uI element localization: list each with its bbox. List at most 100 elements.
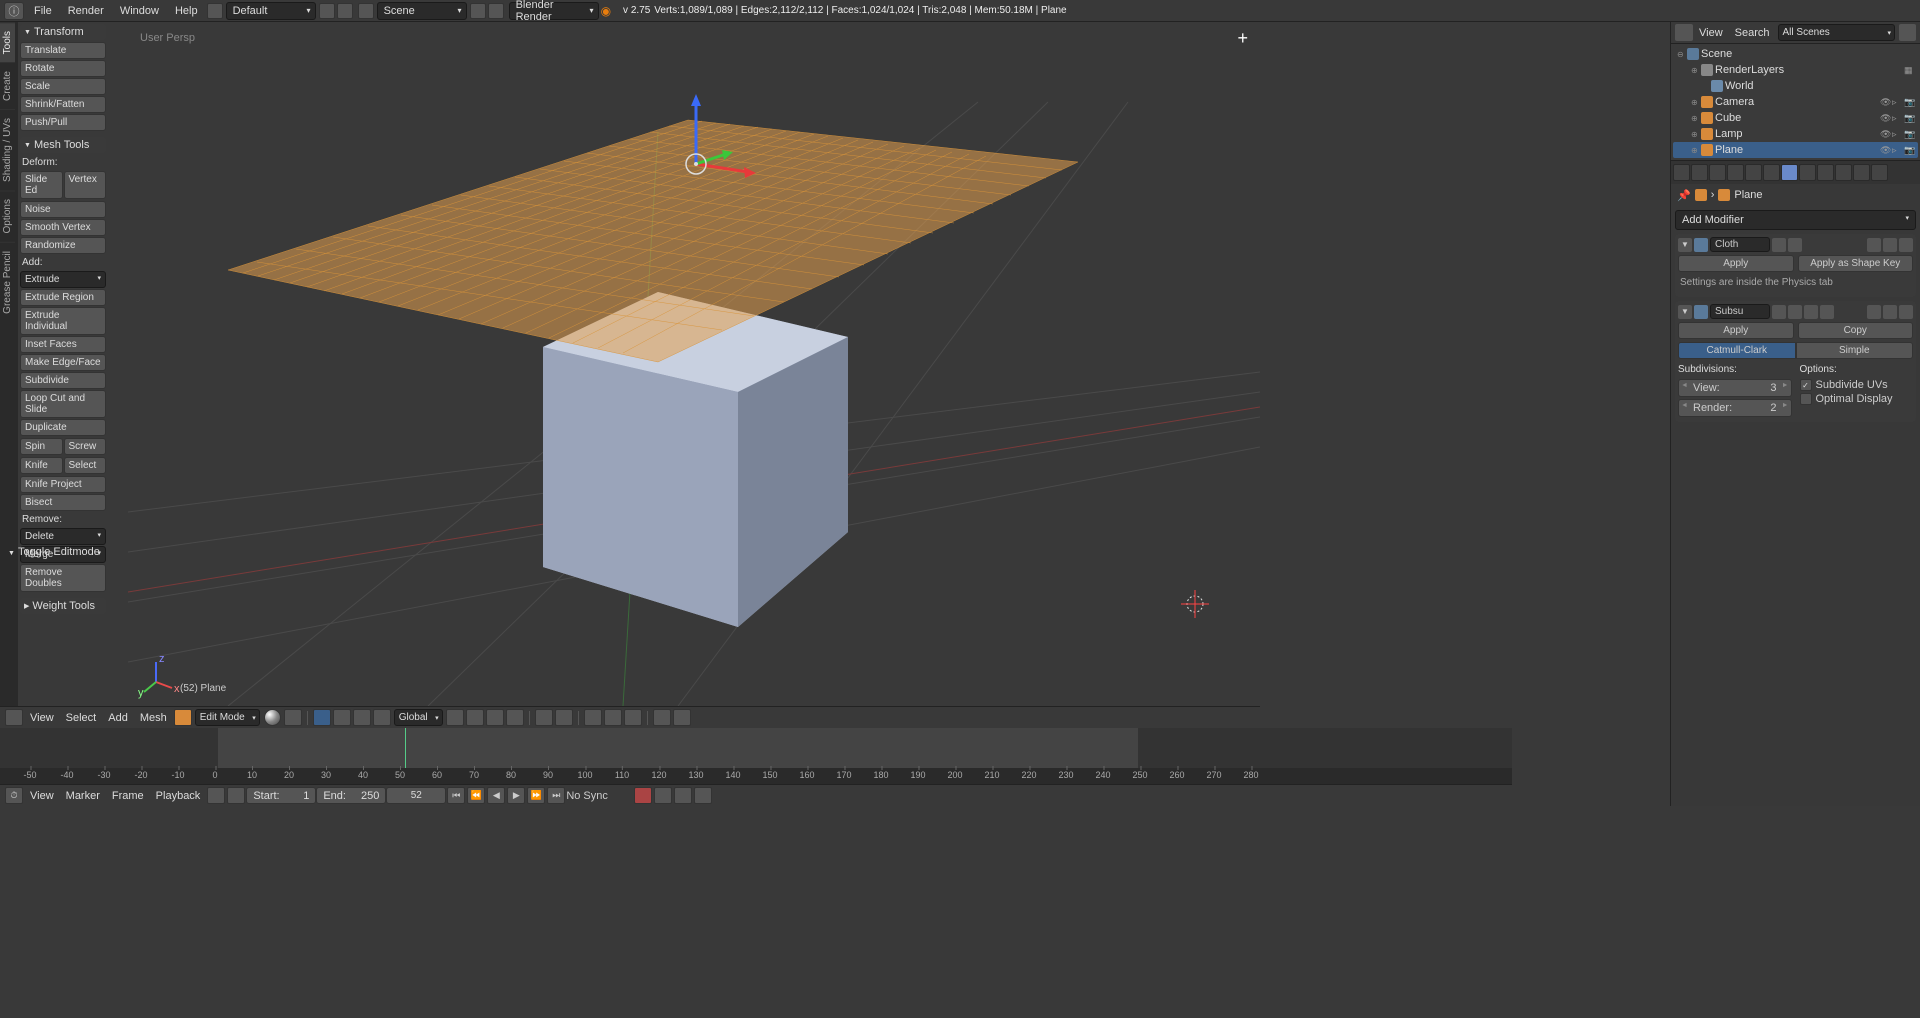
scene-browse[interactable] bbox=[358, 3, 374, 19]
cloth-expand-button[interactable]: ▼ bbox=[1678, 238, 1692, 252]
slide-vertex-button[interactable]: Vertex bbox=[64, 171, 107, 199]
play-reverse-button[interactable]: ◀ bbox=[487, 787, 505, 804]
edge-select-icon[interactable] bbox=[333, 709, 351, 726]
prop-render-layers-icon[interactable] bbox=[1691, 164, 1708, 181]
prop-material-icon[interactable] bbox=[1817, 164, 1834, 181]
prop-render-icon[interactable] bbox=[1673, 164, 1690, 181]
tl-menu-marker[interactable]: Marker bbox=[60, 790, 106, 802]
prop-object-icon[interactable] bbox=[1745, 164, 1762, 181]
layout-del[interactable] bbox=[337, 3, 353, 19]
slide-edge-button[interactable]: Slide Ed bbox=[20, 171, 63, 199]
orientation-dropdown[interactable]: Global bbox=[394, 709, 443, 726]
cloth-name-field[interactable]: Cloth bbox=[1710, 237, 1770, 252]
rotate-button[interactable]: Rotate bbox=[20, 60, 106, 77]
make-edge-face-button[interactable]: Make Edge/Face bbox=[20, 354, 106, 371]
cloth-apply-button[interactable]: Apply bbox=[1678, 255, 1794, 272]
tree-camera[interactable]: ⊕Camera 👁▹📷 bbox=[1673, 94, 1918, 110]
cloth-move-down[interactable] bbox=[1883, 238, 1897, 252]
face-select-icon[interactable] bbox=[353, 709, 371, 726]
subdivide-button[interactable]: Subdivide bbox=[20, 372, 106, 389]
limit-selection-icon[interactable] bbox=[373, 709, 391, 726]
vp-menu-view[interactable]: View bbox=[24, 712, 60, 724]
weight-tools-panel-header[interactable]: Weight Tools bbox=[20, 598, 106, 614]
tree-lamp[interactable]: ⊕Lamp 👁▹📷 bbox=[1673, 126, 1918, 142]
editor-timeline-icon[interactable]: ⏱ bbox=[5, 787, 23, 804]
manipulator-rotate[interactable] bbox=[486, 709, 504, 726]
smooth-vertex-button[interactable]: Smooth Vertex bbox=[20, 219, 106, 236]
outliner-filter-dropdown[interactable]: All Scenes bbox=[1778, 24, 1895, 41]
push-pull-button[interactable]: Push/Pull bbox=[20, 114, 106, 131]
keyframe-next-button[interactable]: ⏩ bbox=[527, 787, 545, 804]
remove-doubles-button[interactable]: Remove Doubles bbox=[20, 564, 106, 592]
editor-outliner-icon[interactable] bbox=[1675, 24, 1693, 41]
subsurf-copy-button[interactable]: Copy bbox=[1798, 322, 1914, 339]
scene-dropdown[interactable]: Scene bbox=[377, 2, 467, 20]
end-frame-field[interactable]: End:250 bbox=[316, 787, 386, 804]
cloth-render-toggle[interactable] bbox=[1772, 238, 1786, 252]
translate-button[interactable]: Translate bbox=[20, 42, 106, 59]
menu-help[interactable]: Help bbox=[167, 5, 206, 17]
prop-data-icon[interactable] bbox=[1799, 164, 1816, 181]
prop-world-icon[interactable] bbox=[1727, 164, 1744, 181]
jump-start-button[interactable]: ⏮ bbox=[447, 787, 465, 804]
tree-cube[interactable]: ⊕Cube 👁▹📷 bbox=[1673, 110, 1918, 126]
prop-physics-icon[interactable] bbox=[1871, 164, 1888, 181]
viewport-properties-toggle[interactable]: + bbox=[1237, 28, 1248, 49]
timeline-track[interactable] bbox=[0, 728, 1512, 768]
mode-icon[interactable] bbox=[174, 709, 192, 726]
search-icon[interactable] bbox=[1899, 24, 1916, 41]
tree-plane[interactable]: ⊕Plane 👁▹📷 bbox=[1673, 142, 1918, 158]
scene-del[interactable] bbox=[488, 3, 504, 19]
tl-menu-view[interactable]: View bbox=[24, 790, 60, 802]
layout-add[interactable] bbox=[319, 3, 335, 19]
jump-end-button[interactable]: ⏭ bbox=[547, 787, 565, 804]
knife-button[interactable]: Knife bbox=[20, 457, 63, 474]
menu-file[interactable]: File bbox=[26, 5, 60, 17]
lock-frame-range[interactable] bbox=[227, 787, 245, 804]
loop-cut-button[interactable]: Loop Cut and Slide bbox=[20, 390, 106, 418]
subsurf-render-toggle[interactable] bbox=[1772, 305, 1786, 319]
screw-button[interactable]: Screw bbox=[64, 438, 107, 455]
subsurf-move-down[interactable] bbox=[1883, 305, 1897, 319]
snap-toggle[interactable] bbox=[604, 709, 622, 726]
timeline-cursor[interactable] bbox=[405, 728, 406, 768]
extrude-individual-button[interactable]: Extrude Individual bbox=[20, 307, 106, 335]
vtab-create[interactable]: Create bbox=[0, 62, 15, 109]
duplicate-button[interactable]: Duplicate bbox=[20, 419, 106, 436]
scale-button[interactable]: Scale bbox=[20, 78, 106, 95]
tree-render-layers[interactable]: ⊕RenderLayers ▦ bbox=[1673, 62, 1918, 78]
cloth-move-up[interactable] bbox=[1867, 238, 1881, 252]
subsurf-realtime-toggle[interactable] bbox=[1788, 305, 1802, 319]
tree-scene[interactable]: ⊖Scene bbox=[1673, 46, 1918, 62]
pin-icon[interactable]: 📌 bbox=[1677, 189, 1691, 202]
vp-menu-add[interactable]: Add bbox=[102, 712, 134, 724]
keying-set-dropdown[interactable] bbox=[654, 787, 672, 804]
3d-viewport[interactable]: z x y User Persp (52) Plane + bbox=[128, 22, 1260, 706]
prop-constraints-icon[interactable] bbox=[1763, 164, 1780, 181]
tl-menu-frame[interactable]: Frame bbox=[106, 790, 150, 802]
auto-keyframe-button[interactable] bbox=[634, 787, 652, 804]
extrude-region-button[interactable]: Extrude Region bbox=[20, 289, 106, 306]
cloth-apply-shape-button[interactable]: Apply as Shape Key bbox=[1798, 255, 1914, 272]
vp-menu-select[interactable]: Select bbox=[60, 712, 103, 724]
render-subdiv-field[interactable]: Render:2 bbox=[1678, 399, 1792, 417]
tree-world[interactable]: World bbox=[1673, 78, 1918, 94]
editor-type-icon[interactable]: ⓘ bbox=[4, 2, 24, 20]
vp-menu-mesh[interactable]: Mesh bbox=[134, 712, 173, 724]
vtab-shading[interactable]: Shading / UVs bbox=[0, 109, 15, 190]
current-frame-field[interactable]: 52 bbox=[386, 787, 446, 804]
sync-dropdown[interactable]: No Sync bbox=[566, 790, 626, 802]
manipulator-scale[interactable] bbox=[506, 709, 524, 726]
simple-toggle[interactable]: Simple bbox=[1796, 342, 1914, 359]
start-frame-field[interactable]: Start:1 bbox=[246, 787, 316, 804]
subsurf-expand-button[interactable]: ▼ bbox=[1678, 305, 1692, 319]
outliner-tree[interactable]: ⊖Scene ⊕RenderLayers ▦ World ⊕Camera 👁▹📷… bbox=[1671, 44, 1920, 160]
randomize-button[interactable]: Randomize bbox=[20, 237, 106, 254]
outliner-search-menu[interactable]: Search bbox=[1729, 27, 1776, 39]
layout-browse[interactable] bbox=[207, 3, 223, 19]
subsurf-delete[interactable] bbox=[1899, 305, 1913, 319]
cloth-delete[interactable] bbox=[1899, 238, 1913, 252]
outliner-view-menu[interactable]: View bbox=[1693, 27, 1729, 39]
manipulator-translate[interactable] bbox=[466, 709, 484, 726]
catmull-clark-toggle[interactable]: Catmull-Clark bbox=[1678, 342, 1796, 359]
